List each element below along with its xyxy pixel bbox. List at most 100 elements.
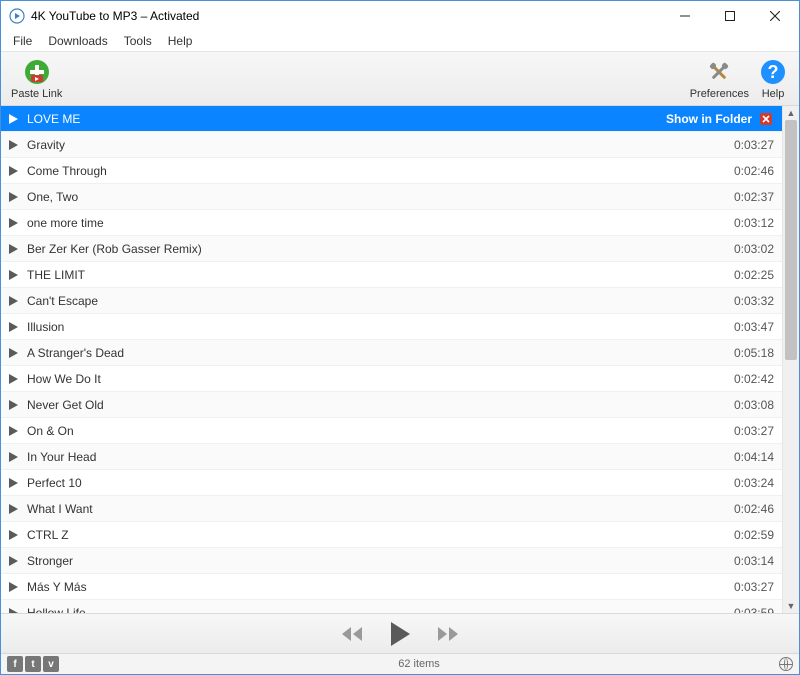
scroll-down-icon[interactable]: ▼ xyxy=(783,599,799,613)
paste-link-icon xyxy=(23,58,51,86)
remove-icon[interactable] xyxy=(758,111,774,127)
track-name: Come Through xyxy=(27,164,726,178)
track-row[interactable]: Stronger 0:03:14 xyxy=(1,548,782,574)
track-name: one more time xyxy=(27,216,726,230)
track-row[interactable]: On & On0:03:27 xyxy=(1,418,782,444)
help-icon: ? xyxy=(759,58,787,86)
track-list[interactable]: LOVE MEShow in Folder Gravity 0:03:27 Come … xyxy=(1,106,782,613)
track-duration: 0:03:24 xyxy=(734,476,774,490)
facebook-icon[interactable]: f xyxy=(7,656,23,672)
play-icon xyxy=(7,478,19,488)
track-row[interactable]: What I Want 0:02:46 xyxy=(1,496,782,522)
track-row[interactable]: Perfect 10 0:03:24 xyxy=(1,470,782,496)
play-icon xyxy=(7,608,19,614)
play-icon xyxy=(7,140,19,150)
close-button[interactable] xyxy=(752,2,797,31)
track-name: THE LIMIT xyxy=(27,268,726,282)
track-duration: 0:02:46 xyxy=(734,164,774,178)
menu-downloads[interactable]: Downloads xyxy=(40,32,115,50)
play-icon xyxy=(7,296,19,306)
menu-file[interactable]: File xyxy=(5,32,40,50)
track-row[interactable]: One, Two0:02:37 xyxy=(1,184,782,210)
vimeo-icon[interactable]: v xyxy=(43,656,59,672)
scroll-thumb[interactable] xyxy=(785,120,797,360)
track-row[interactable]: CTRL Z 0:02:59 xyxy=(1,522,782,548)
track-name: A Stranger's Dead xyxy=(27,346,726,360)
help-button[interactable]: ? Help xyxy=(753,55,793,103)
track-duration: 0:03:47 xyxy=(734,320,774,334)
track-duration: 0:03:12 xyxy=(734,216,774,230)
menu-tools[interactable]: Tools xyxy=(116,32,160,50)
play-icon xyxy=(7,530,19,540)
track-duration: 0:03:32 xyxy=(734,294,774,308)
menu-help[interactable]: Help xyxy=(160,32,201,50)
play-icon xyxy=(7,322,19,332)
track-name: Más Y Más xyxy=(27,580,726,594)
track-name: What I Want xyxy=(27,502,726,516)
minimize-button[interactable] xyxy=(662,2,707,31)
list-container: LOVE MEShow in Folder Gravity 0:03:27 Come … xyxy=(1,106,799,614)
track-row[interactable]: THE LIMIT 0:02:25 xyxy=(1,262,782,288)
track-row[interactable]: How We Do It0:02:42 xyxy=(1,366,782,392)
track-duration: 0:03:02 xyxy=(734,242,774,256)
previous-button[interactable] xyxy=(337,619,367,649)
track-row[interactable]: LOVE MEShow in Folder xyxy=(1,106,782,132)
play-icon xyxy=(7,556,19,566)
social-links: f t v xyxy=(7,656,59,672)
track-row[interactable]: Gravity 0:03:27 xyxy=(1,132,782,158)
twitter-icon[interactable]: t xyxy=(25,656,41,672)
track-name: Perfect 10 xyxy=(27,476,726,490)
track-row[interactable]: Can't Escape0:03:32 xyxy=(1,288,782,314)
globe-icon[interactable] xyxy=(779,657,793,671)
track-name: How We Do It xyxy=(27,372,726,386)
player-bar xyxy=(1,614,799,654)
scrollbar[interactable]: ▲ ▼ xyxy=(782,106,799,613)
paste-link-button[interactable]: Paste Link xyxy=(7,55,66,103)
track-row[interactable]: Never Get Old0:03:08 xyxy=(1,392,782,418)
scroll-up-icon[interactable]: ▲ xyxy=(783,106,799,120)
play-icon xyxy=(7,348,19,358)
window-title: 4K YouTube to MP3 – Activated xyxy=(31,9,662,23)
track-row[interactable]: Ber Zer Ker (Rob Gasser Remix) 0:03:02 xyxy=(1,236,782,262)
track-duration: 0:02:59 xyxy=(734,528,774,542)
play-icon xyxy=(7,114,19,124)
track-name: Stronger xyxy=(27,554,726,568)
track-duration: 0:03:27 xyxy=(734,138,774,152)
track-row[interactable]: A Stranger's Dead0:05:18 xyxy=(1,340,782,366)
track-row[interactable]: Más Y Más0:03:27 xyxy=(1,574,782,600)
preferences-label: Preferences xyxy=(690,88,749,100)
next-button[interactable] xyxy=(433,619,463,649)
track-name: Ber Zer Ker (Rob Gasser Remix) xyxy=(27,242,726,256)
track-row[interactable]: Come Through 0:02:46 xyxy=(1,158,782,184)
play-icon xyxy=(7,270,19,280)
show-in-folder-link[interactable]: Show in Folder xyxy=(666,112,752,126)
play-icon xyxy=(7,218,19,228)
play-icon xyxy=(7,400,19,410)
play-icon xyxy=(7,192,19,202)
svg-text:?: ? xyxy=(768,62,779,82)
maximize-button[interactable] xyxy=(707,2,752,31)
track-row[interactable]: Illusion0:03:47 xyxy=(1,314,782,340)
track-duration: 0:02:25 xyxy=(734,268,774,282)
play-icon xyxy=(7,166,19,176)
track-duration: 0:03:27 xyxy=(734,424,774,438)
status-bar: f t v 62 items xyxy=(1,654,799,674)
paste-link-label: Paste Link xyxy=(11,88,62,100)
track-name: One, Two xyxy=(27,190,726,204)
preferences-button[interactable]: Preferences xyxy=(686,55,753,103)
item-count: 62 items xyxy=(59,658,779,670)
play-icon xyxy=(7,244,19,254)
track-row[interactable]: Hollow Life0:03:59 xyxy=(1,600,782,613)
track-name: In Your Head xyxy=(27,450,726,464)
track-name: Gravity xyxy=(27,138,726,152)
track-duration: 0:02:46 xyxy=(734,502,774,516)
play-button[interactable] xyxy=(385,619,415,649)
track-name: CTRL Z xyxy=(27,528,726,542)
track-name: Never Get Old xyxy=(27,398,726,412)
play-icon xyxy=(7,426,19,436)
track-row[interactable]: In Your Head 0:04:14 xyxy=(1,444,782,470)
track-row[interactable]: one more time 0:03:12 xyxy=(1,210,782,236)
play-icon xyxy=(7,452,19,462)
track-duration: 0:03:14 xyxy=(734,554,774,568)
track-duration: 0:04:14 xyxy=(734,450,774,464)
